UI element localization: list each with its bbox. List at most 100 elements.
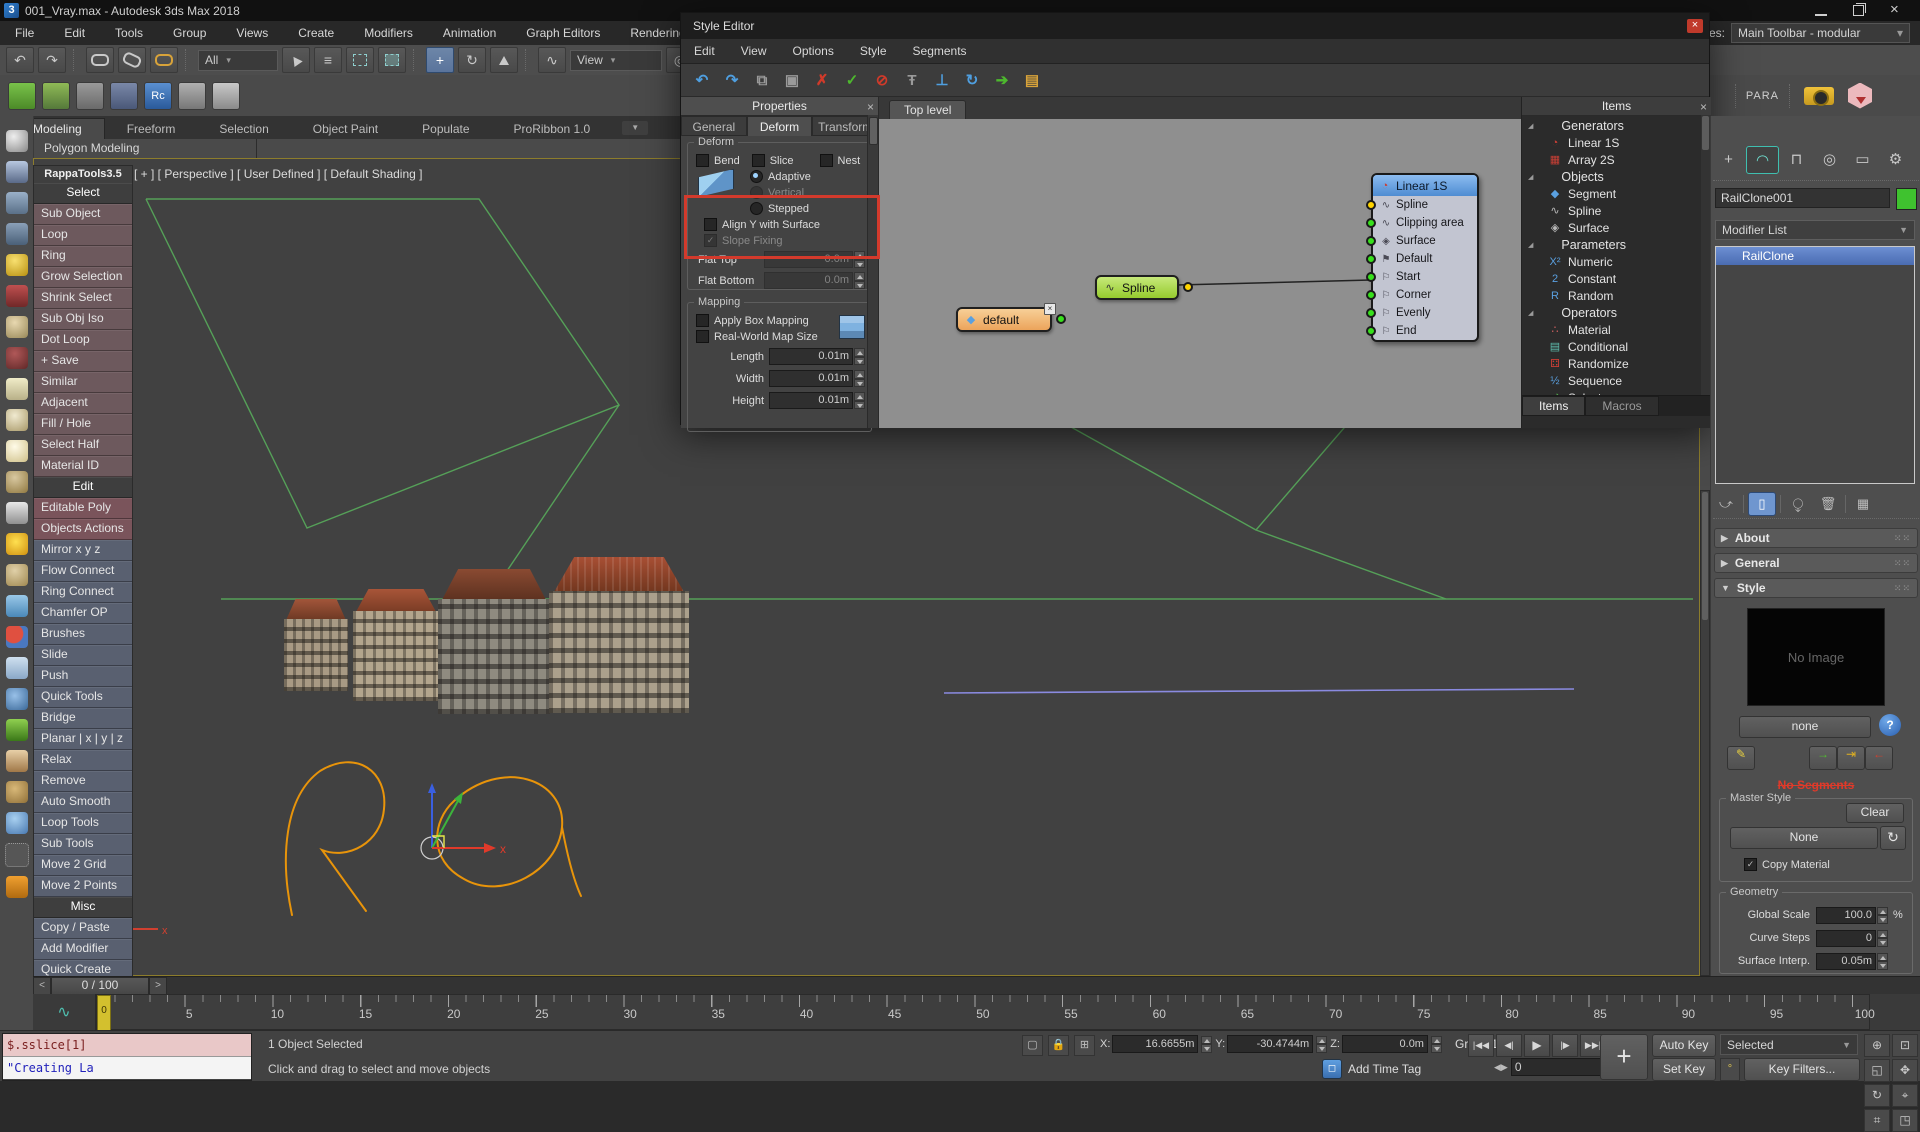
refresh-icon[interactable]: ↻ — [961, 69, 983, 91]
minimize-button[interactable] — [1815, 6, 1827, 16]
new-key-icon[interactable]: ° — [1720, 1058, 1740, 1081]
maxscript-line[interactable]: "Creating La — [3, 1057, 251, 1079]
cut-plugin-icon[interactable] — [178, 82, 206, 110]
modifier-stack-item[interactable]: RailClone — [1716, 247, 1914, 265]
spreadsheet-icon[interactable] — [6, 223, 28, 245]
generator-input-row[interactable]: ⚐ End — [1373, 322, 1477, 340]
next-frame-icon[interactable]: |▶ — [1552, 1034, 1578, 1057]
geometry-field[interactable]: 100.0 — [1816, 907, 1876, 924]
items-tree-row[interactable]: ½ Sequence — [1522, 373, 1711, 390]
rappatools-button[interactable]: Relax — [34, 750, 132, 771]
listener-icon[interactable] — [6, 192, 28, 214]
tab-utilities[interactable]: ⚙ — [1880, 146, 1911, 172]
redo-icon[interactable]: ↷ — [38, 47, 66, 73]
rappatools-button[interactable]: Brushes — [34, 624, 132, 645]
items-tree-row[interactable]: ▤ Conditional — [1522, 339, 1711, 356]
map-field[interactable]: 0.01m — [769, 370, 853, 387]
grid-plugin-icon[interactable] — [110, 82, 138, 110]
sphere-white-icon[interactable] — [6, 440, 28, 462]
items-tree-row[interactable]: Objects — [1522, 169, 1711, 186]
go-to-start-icon[interactable]: |◀◀ — [1468, 1034, 1494, 1057]
input-port[interactable] — [1366, 326, 1376, 336]
generator-input-row[interactable]: ∿ Spline — [1373, 196, 1477, 214]
menu-item[interactable]: Group — [158, 21, 221, 45]
render-setup-icon[interactable] — [6, 161, 28, 183]
note-icon[interactable] — [6, 378, 28, 400]
noise-ball-icon[interactable] — [6, 688, 28, 710]
reference-coordinate-dropdown[interactable]: View▾ — [570, 50, 662, 71]
scatter-plugin-icon[interactable] — [76, 82, 104, 110]
bind-to-spacewarp-icon[interactable] — [150, 47, 178, 73]
delete-icon[interactable]: ✗ — [811, 69, 833, 91]
rappatools-button[interactable]: Add Modifier — [34, 939, 132, 960]
stepped-radio[interactable]: Stepped — [750, 202, 811, 215]
rappatools-button[interactable]: Dot Loop — [34, 330, 132, 351]
generator-input-row[interactable]: ⚐ Evenly — [1373, 304, 1477, 322]
show-end-result-icon[interactable]: ▯ — [1748, 492, 1776, 516]
ribbon-tab[interactable]: Object Paint — [291, 119, 400, 139]
master-none-button[interactable]: None — [1730, 827, 1878, 849]
foliage-plugin-icon[interactable] — [42, 82, 70, 110]
add-time-tag[interactable]: Add Time Tag — [1348, 1062, 1421, 1076]
items-tree-row[interactable]: Operators — [1522, 305, 1711, 322]
selection-set-dropdown[interactable]: Selected▼ — [1720, 1034, 1858, 1055]
menu-item[interactable]: Edit — [49, 21, 100, 45]
z-coordinate-field[interactable]: 0.0m — [1342, 1035, 1428, 1053]
spinner[interactable] — [1316, 1036, 1327, 1053]
y-coordinate-field[interactable]: -30.4744m — [1227, 1035, 1313, 1053]
rappatools-button[interactable]: Planar | x | y | z — [34, 729, 132, 750]
close-icon[interactable]: × — [1700, 98, 1707, 116]
tab-modify[interactable]: ◠ — [1746, 146, 1779, 174]
style-editor-menu-item[interactable]: Style — [847, 39, 900, 63]
rappatools-button[interactable]: Sub Object — [34, 204, 132, 225]
play-icon[interactable]: ▶ — [1524, 1034, 1550, 1057]
items-panel-tab[interactable]: Items — [1522, 396, 1585, 416]
rappatools-button[interactable]: Grow Selection — [34, 267, 132, 288]
input-port[interactable] — [1366, 254, 1376, 264]
workspace-dropdown[interactable]: Main Toolbar - modular ▾ — [1731, 23, 1910, 43]
undo-icon[interactable]: ↶ — [691, 69, 713, 91]
maxscript-line[interactable]: $.sslice[1] — [3, 1034, 251, 1057]
input-port[interactable] — [1366, 200, 1376, 210]
input-port[interactable] — [1366, 236, 1376, 246]
rappatools-button[interactable]: Remove — [34, 771, 132, 792]
input-port[interactable] — [1366, 290, 1376, 300]
make-unique-icon[interactable]: ⧬ — [1785, 493, 1811, 515]
viewport-label[interactable]: [ + ] [ Perspective ] [ User Defined ] [… — [134, 167, 422, 181]
para-button[interactable]: PARA — [1735, 84, 1790, 108]
items-tree-row[interactable]: ⚃ Randomize — [1522, 356, 1711, 373]
set-keys-button[interactable]: + — [1600, 1034, 1648, 1080]
menu-item[interactable]: Graph Editors — [511, 21, 615, 45]
selection-filter-dropdown[interactable]: All▾ — [198, 50, 278, 71]
range-next-button[interactable]: > — [149, 977, 167, 995]
rappatools-button[interactable]: Material ID — [34, 456, 132, 477]
redo-icon[interactable]: ↷ — [721, 69, 743, 91]
x-coordinate-field[interactable]: 16.6655m — [1112, 1035, 1198, 1053]
object-name-field[interactable]: RailClone001 — [1715, 188, 1890, 208]
walk-through-icon[interactable]: ⌖ — [1892, 1084, 1918, 1107]
items-tree-row[interactable]: ▦ Array 2S — [1522, 152, 1711, 169]
items-tree-row[interactable]: ∴ Material — [1522, 322, 1711, 339]
items-tree-row[interactable]: Parameters — [1522, 237, 1711, 254]
hexagon-menu-icon[interactable] — [1848, 83, 1872, 109]
railclone-plugin-icon[interactable]: Rc — [144, 82, 172, 110]
dotted-box-icon[interactable] — [5, 843, 29, 867]
pan-icon[interactable]: ✥ — [1892, 1059, 1918, 1082]
pin-top-icon[interactable]: Ŧ — [901, 69, 923, 91]
camera-icon[interactable] — [1804, 87, 1834, 105]
spinner[interactable] — [1877, 953, 1888, 970]
input-port[interactable] — [1366, 272, 1376, 282]
menu-item[interactable]: Views — [221, 21, 283, 45]
clear-button[interactable]: Clear — [1846, 803, 1904, 823]
selection-lock-icon[interactable]: 🔒 — [1048, 1035, 1069, 1056]
rappatools-button[interactable]: Push — [34, 666, 132, 687]
style-editor-menu-item[interactable]: Segments — [900, 39, 980, 63]
menu-item[interactable]: File — [0, 21, 49, 45]
generator-input-row[interactable]: ◈ Surface — [1373, 232, 1477, 250]
import-style-icon[interactable]: → — [1809, 746, 1837, 770]
items-panel-tab[interactable]: Macros — [1585, 396, 1658, 416]
menu-item[interactable]: Modifiers — [349, 21, 428, 45]
refresh-style-icon[interactable]: ↻ — [1880, 826, 1906, 850]
disable-icon[interactable]: ⊘ — [871, 69, 893, 91]
menu-item[interactable]: Create — [283, 21, 349, 45]
